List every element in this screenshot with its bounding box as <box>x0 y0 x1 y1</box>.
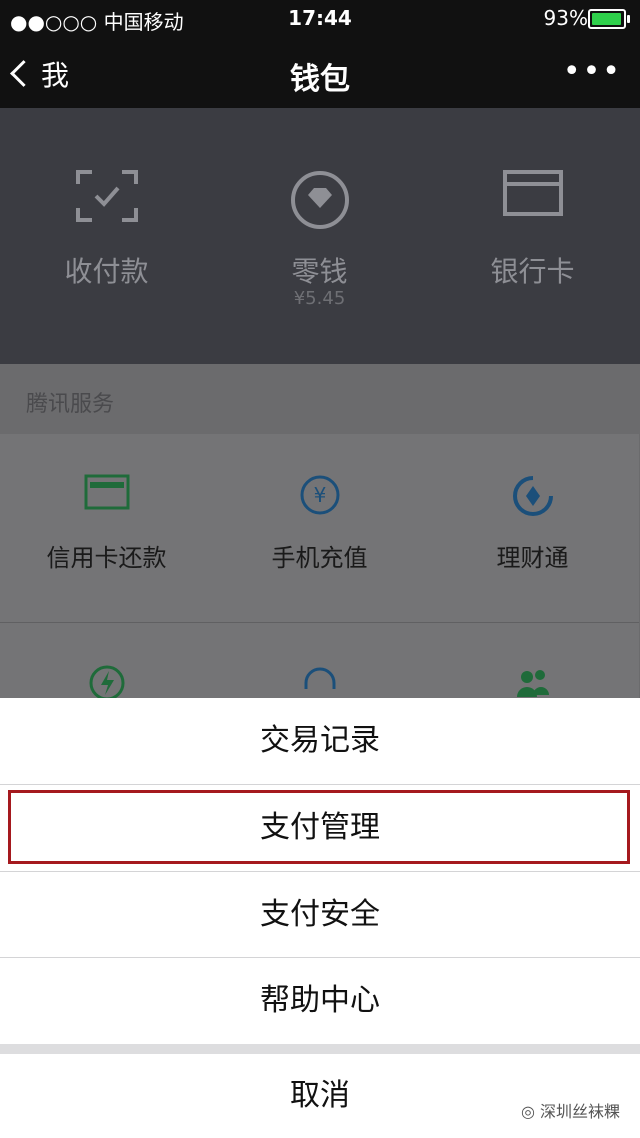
section-title: 腾讯服务 <box>26 392 115 417</box>
wallet-item-bank-card[interactable]: 银行卡 <box>426 108 639 364</box>
wallet-item-change[interactable]: 零钱 ¥5.45 <box>213 108 426 364</box>
scan-qr-icon <box>75 170 138 222</box>
wallet-header: 收付款 零钱 ¥5.45 银行卡 <box>0 108 640 364</box>
highlight-box <box>8 790 630 864</box>
headset-icon <box>304 667 335 689</box>
balance-amount: ¥5.45 <box>293 288 346 309</box>
page-title: 钱包 <box>290 62 350 97</box>
wallet-item-pay[interactable]: 收付款 <box>0 108 213 364</box>
credit-card-icon <box>84 474 129 510</box>
sheet-item-payment-security[interactable]: 支付安全 <box>0 872 640 958</box>
service-wealth[interactable]: 理财通 <box>426 434 639 623</box>
more-button[interactable]: ••• <box>563 54 622 89</box>
service-label: 信用卡还款 <box>46 544 167 572</box>
nav-bar: 我 钱包 ••• <box>0 36 640 108</box>
bank-card-icon <box>502 170 563 216</box>
wallet-item-label: 零钱 <box>291 255 348 288</box>
sheet-item-transactions[interactable]: 交易记录 <box>0 698 640 784</box>
sheet-item-help-center[interactable]: 帮助中心 <box>0 958 640 1044</box>
watermark-text: 深圳丝袜粿 <box>539 1102 620 1121</box>
service-label: 理财通 <box>496 544 569 572</box>
battery-percent: 93% <box>543 6 588 30</box>
service-label: 手机充值 <box>271 544 368 572</box>
wallet-item-label: 收付款 <box>64 255 149 288</box>
yen-recharge-icon: ¥ <box>300 475 339 515</box>
battery-icon <box>588 9 630 29</box>
wechat-icon: ◎ <box>520 1102 540 1121</box>
people-icon <box>516 670 549 697</box>
service-mobile-recharge[interactable]: ¥ 手机充值 <box>213 434 427 623</box>
status-bar: ●●○○○ 中国移动 17:44 93% <box>0 0 640 36</box>
wallet-diamond-icon <box>290 171 349 229</box>
wealth-icon <box>512 476 553 516</box>
sheet-cancel-button[interactable]: 取消 <box>0 1054 640 1138</box>
watermark: ◎ 深圳丝袜粿 <box>521 1098 620 1122</box>
lightning-icon <box>89 665 124 701</box>
wallet-item-label: 银行卡 <box>490 255 575 288</box>
service-credit-card-repay[interactable]: 信用卡还款 <box>0 434 214 623</box>
svg-text:¥: ¥ <box>313 483 326 507</box>
